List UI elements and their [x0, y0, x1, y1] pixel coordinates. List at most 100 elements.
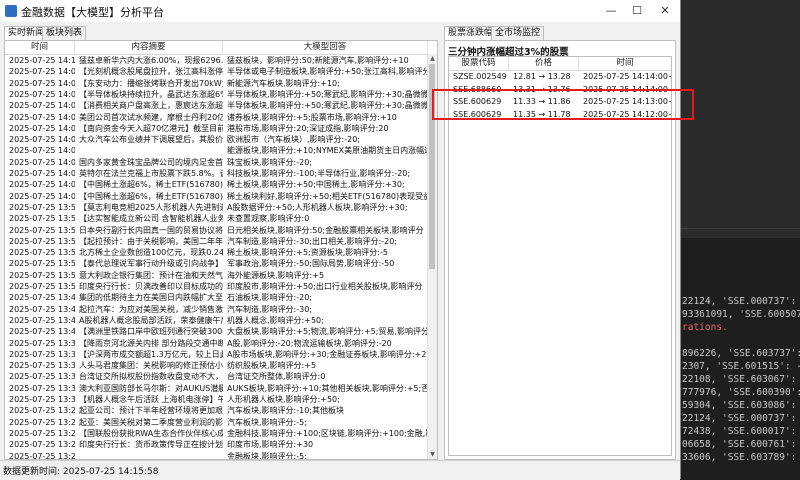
cell-llm-answer: 能源板块,影响评分:+10;NYMEX美原油期货主日内涨幅达到1.08	[227, 146, 428, 156]
cell-time: 2025-07-25 13:56	[9, 214, 75, 224]
table-row[interactable]: 2025-07-25 13:54 北方稀土企业数创造100亿元，现跌0.24%。稀…	[5, 247, 437, 259]
cell-time: 2025-07-25 14:05	[9, 112, 75, 122]
cell-time: 2025-07-25 14:04	[9, 135, 75, 145]
cell-time: 2025-07-25 14:06	[9, 89, 75, 99]
cell-summary	[75, 451, 223, 460]
table-row[interactable]: 2025-07-25 13:39 人头马君度集团：关税影响的修正预估小于预期纺织股…	[5, 360, 437, 372]
table-row[interactable]: 2025-07-25 13:39 【降雨京河北源关内排 部分路段交通中断】7月 A股…	[5, 338, 437, 350]
table-row[interactable]: 2025-07-25 13:45 起拉汽车：为应对美国关税，减少销售激励措施汽车制…	[5, 304, 437, 316]
tab-stock-change[interactable]: 股票涨跌幅	[444, 26, 498, 41]
cell-llm-answer: 石油板块,影响评分:-20;	[227, 293, 312, 303]
table-row[interactable]: 2025-07-25 13:34 台湾证交所拟权股份指数收盘变动不大，报23,3 台…	[5, 371, 437, 383]
cell-summary: 起亚公司：预计下半年经营环境将更加艰难。	[79, 406, 223, 416]
table-row[interactable]: 2025-07-25 13:23 金融板块,影响评分:-5;	[5, 451, 437, 460]
cell-llm-answer: 印度股市,影响评分:+50;出口行业相关股板块,影响评分	[227, 282, 423, 291]
table-row[interactable]: 2025-07-25 13:45 集团的低期待主力在美国日内跌幅扩大至4%。石油板…	[5, 292, 437, 304]
table-row[interactable]: 2025-07-25 14:07 【东安动力：播缩张烤联合开发出70kW大功率新能…	[5, 78, 437, 90]
cell-time: 2025-07-25 13:39	[9, 338, 75, 348]
table-row[interactable]: 2025-07-25 13:39 【沪深两市成交额超1.3万亿元，较上日此时增 A股…	[5, 349, 437, 361]
cell-summary: 美团公司首次试水频建，摩根士丹利20亿元人	[79, 112, 223, 122]
cell-time: 2025-07-25 14:14:00+0	[583, 72, 672, 81]
table-row[interactable]: 2025-07-25 13:56 【达实智能成立新公司 含智能机器人业务】企未查置…	[5, 213, 437, 225]
table-row[interactable]: 2025-07-25 13:42 【满洲里铁路口岸中欧班列通行突破30000列】大…	[5, 326, 437, 338]
cell-llm-answer: 台湾证交所整体,影响评分:0	[227, 372, 326, 382]
table-row[interactable]: 2025-07-25 13:54 印度央行行长：贝满改善印以目标成功的。 印度股市,…	[5, 281, 437, 293]
cell-summary: 【国联股份获批RWA生态合作伙伴核心成员 将	[79, 428, 223, 438]
cell-summary: 猛兹卓新华六内大涨6.00%，现报6296.00元/	[79, 56, 223, 65]
minimize-button[interactable]: —	[598, 0, 624, 22]
window-title: 金融数据【大模型】分析平台	[21, 6, 164, 19]
table-row[interactable]: 2025-07-25 14:00 【中国稀土涨超6%，稀土ETF(516780)持…	[5, 191, 437, 203]
table-row[interactable]: 2025-07-25 13:54 意大利政企银行集团：预计在油和天然气产量将海外能…	[5, 270, 437, 282]
terminal-line: rations.	[682, 322, 728, 333]
cell-llm-answer: 珠宝板块,影响评分:-20;	[227, 157, 312, 167]
cell-llm-answer: AUKS板块,影响评分:+10;其他相关板块,影响评分:+5;否则	[227, 383, 428, 393]
table-row[interactable]: 2025-07-25 14:06 【半导体板块持续拉升，晶武达东涨超6%】半导半导…	[5, 89, 437, 101]
cell-llm-answer: 汽车板块,影响评分:-10;其他板块	[227, 406, 344, 416]
cell-summary: 起拉汽车：为应对美国关税，减少销售激励措施	[79, 304, 223, 314]
table-row[interactable]: 2025-07-25 13:54 【泰代总理说军事行动升级或引向战争】泰国CCT 军…	[5, 258, 437, 270]
table-row[interactable]: 2025-07-25 13:34 澳大利亚国防部长马尔斯：对AUKUS潜艇项目的 A…	[5, 383, 437, 395]
cell-summary: 英特尔在法兰克福上市股票下跌5.8%。该公司	[79, 169, 223, 178]
cell-time: 2025-07-25 14:00	[9, 191, 75, 201]
table-row[interactable]: SZSE.002549 12.81 → 13.28 2025-07-25 14:14…	[449, 71, 671, 83]
tab-market-monitor[interactable]: 全市场监控	[491, 26, 545, 40]
cell-summary: 起亚：美国关税对第二季度营业利润的影响为7	[79, 417, 223, 427]
cell-llm-answer: 稀土板块,影响评分:+5;资源板块,影响评分:-5	[227, 248, 388, 258]
table-row[interactable]: 2025-07-25 13:32 【机器人概念午后活跃 上海机电涨停】午后机器人形…	[5, 394, 437, 406]
terminal-upper-pane	[680, 0, 800, 238]
cell-llm-answer: 日元相关板块,影响评分:50;金融股票相关板块,影响评分	[227, 225, 424, 235]
table-row[interactable]: 2025-07-25 14:04 国内多家黄金珠宝品牌公司的境内足金首饰价格珠宝板…	[5, 157, 437, 169]
cell-summary: 集团的低期待主力在美国日内跌幅扩大至4%。	[79, 293, 223, 303]
cell-llm-answer: 海外能源板块,影响评分:+5	[227, 270, 325, 280]
cell-time: 2025-07-25 13:39	[9, 361, 75, 371]
table-row[interactable]: 2025-07-25 14:00 英特尔在法兰克福上市股票下跌5.8%。该公司科技…	[5, 168, 437, 180]
cell-summary: 人头马君度集团：关税影响的修正预估小于预期	[79, 361, 223, 371]
table-row[interactable]: 2025-07-25 13:56 日本央行副行长内田真一国的贸易协议将减少不确日元…	[5, 225, 437, 237]
column-header-stock-code[interactable]: 股票代码	[449, 57, 509, 70]
table-row[interactable]: 2025-07-25 14:11 猛兹卓新华六内大涨6.00%，现报6296.00…	[5, 55, 437, 67]
cell-price: 12.81 → 13.28	[513, 72, 571, 81]
background-terminal: 22124, 'SSE.000737': -0.00 93361091, 'SSE…	[680, 0, 800, 479]
cell-summary: 【半导体板块持续拉升，晶武达东涨超6%】半导	[79, 89, 223, 99]
cell-time: 2025-07-25 13:28	[9, 428, 75, 438]
maximize-button[interactable]: ☐	[624, 0, 650, 22]
table-row[interactable]: 2025-07-25 14:00 【中国稀土涨超6%，稀土ETF(516780)持…	[5, 179, 437, 191]
table-row[interactable]: 2025-07-25 14:05 美团公司首次试水频建，摩根士丹利20亿元人诸券板…	[5, 112, 437, 124]
title-bar: 金融数据【大模型】分析平台 — ☐ ✕	[0, 0, 680, 22]
scroll-up-icon[interactable]: ▲	[428, 54, 437, 63]
terminal-line: 59304, 'SSE.603086': -0.0	[682, 400, 800, 411]
cell-summary: 【南向资金今天入超70亿港元】截至目前，南向	[79, 123, 223, 133]
close-button[interactable]: ✕	[652, 0, 678, 22]
table-row[interactable]: 2025-07-25 13:56 【起拉预计：由于关税影响，美国二年年度汽车汽车制…	[5, 236, 437, 248]
table-row[interactable]: 2025-07-25 13:29 起亚：美国关税对第二季度营业利润的影响为7 汽车板…	[5, 417, 437, 429]
cell-time: 2025-07-25 13:32	[9, 395, 75, 404]
cell-time: 2025-07-25 13:56	[9, 236, 75, 246]
table-row[interactable]: 2025-07-25 14:08 【光刻机概念股尾盘拉升，张江高科涨停】光刻半导体…	[5, 66, 437, 78]
terminal-line: 33606, 'SSE.603789': 0.001	[682, 452, 800, 463]
tab-sector-list[interactable]: 板块列表	[42, 26, 87, 40]
table-row[interactable]: 2025-07-25 14:04 【南向资金今天入超70亿港元】截至目前，南向港股…	[5, 123, 437, 135]
column-header-summary[interactable]: 内容摘要	[75, 41, 223, 54]
cell-summary: 【中国稀土涨超6%，稀土ETF(516780)持有该股	[79, 191, 223, 201]
terminal-line: 22124, 'SSE.000737': -0.00	[682, 413, 800, 424]
table-row[interactable]: 2025-07-25 13:59 【莫志利电竞相2025人形机器人先进制造技术论 A…	[5, 202, 437, 214]
cell-time: 2025-07-25 14:11	[9, 56, 75, 65]
column-header-time[interactable]: 时间	[579, 57, 671, 70]
table-row[interactable]: 2025-07-25 13:25 印度央行行长：货币政策传导正在按计划进行，将印度…	[5, 439, 437, 451]
column-header-price[interactable]: 价格	[509, 57, 579, 70]
table-row[interactable]: 2025-07-25 14:04 能源板块,影响评分:+10;NYMEX美原油期货…	[5, 145, 437, 157]
table-row[interactable]: 2025-07-25 13:44 A股机器人概念股局部活跃，荣泰健康午后涨停， 机器…	[5, 315, 437, 327]
cell-time: 2025-07-25 14:00	[9, 180, 75, 190]
table-row[interactable]: 2025-07-25 14:04 大众汽车公布业绩并下调展望后，其股价在法兰欧洲股…	[5, 134, 437, 146]
table-row[interactable]: 2025-07-25 13:28 【国联股份获批RWA生态合作伙伴核心成员 将金融…	[5, 428, 437, 440]
column-header-time[interactable]: 时间	[5, 41, 75, 54]
scroll-down-icon[interactable]: ▼	[428, 450, 437, 459]
terminal-line: 72438, 'SSE.600017': -0.0	[682, 426, 800, 437]
cell-time: 2025-07-25 13:34	[9, 372, 75, 382]
cell-summary: A股机器人概念股局部活跃，荣泰健康午后涨停，	[79, 315, 223, 325]
status-bar: 数据更新时间: 2025-07-25 14:15:58	[0, 460, 680, 480]
column-header-llm-answer[interactable]: 大模型回答	[223, 41, 428, 54]
table-row[interactable]: 2025-07-25 13:29 起亚公司：预计下半年经营环境将更加艰难。 汽车板块…	[5, 405, 437, 417]
table-row[interactable]: 2025-07-25 14:06 【消费相关商户盘高涨上，惠宸达东涨超6%】半导半…	[5, 100, 437, 112]
